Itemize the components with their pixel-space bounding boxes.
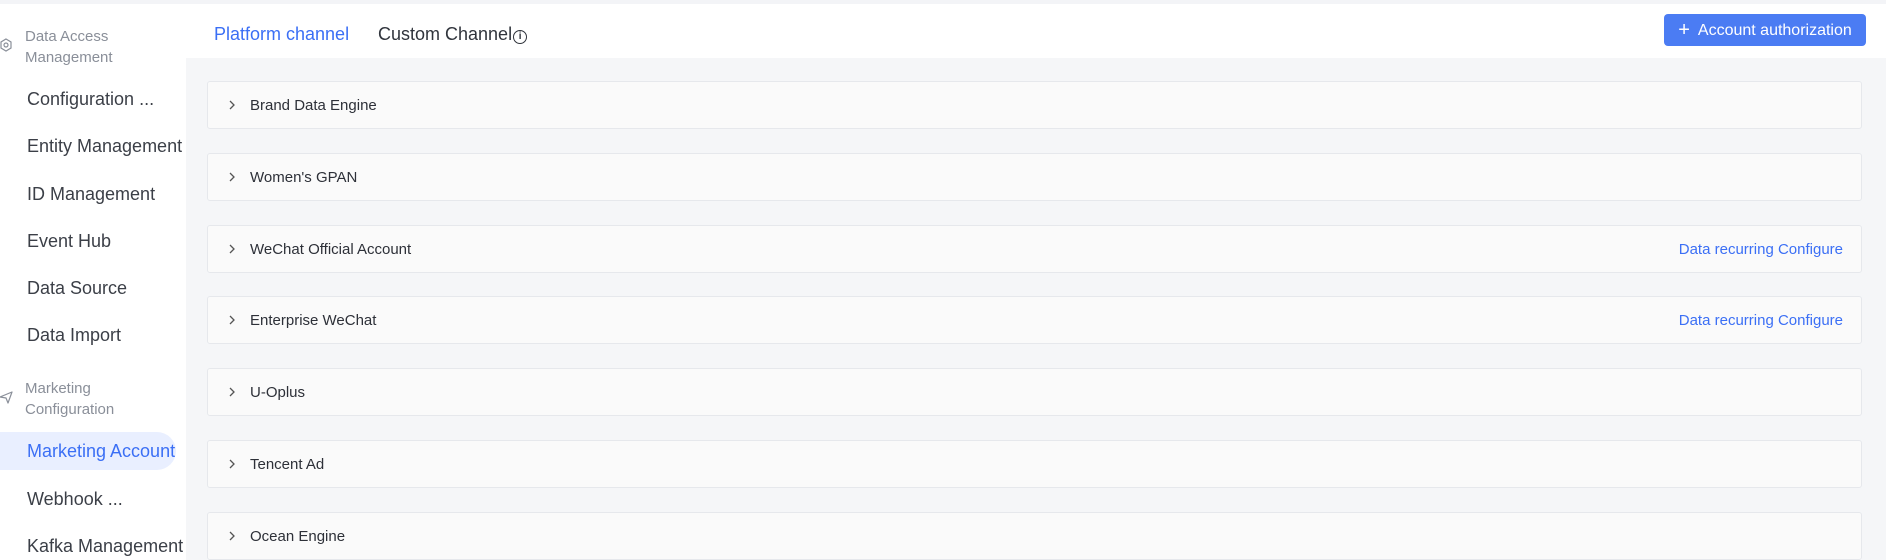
sidebar-item-id-management[interactable]: ID Management [0, 175, 184, 213]
account-authorization-label: Account authorization [1697, 22, 1852, 39]
panel-title: U-Oplus [250, 384, 306, 401]
send-icon [0, 391, 13, 404]
sidebar-item-event-hub[interactable]: Event Hub [0, 222, 184, 260]
panel-title: Enterprise WeChat [250, 312, 377, 329]
panel-title: Tencent Ad [250, 456, 325, 473]
data-recurring-configure-link[interactable]: Data recurring Configure [1679, 311, 1843, 331]
tab-bar: Platform channel Custom Channel i + Accoun… [186, 4, 1886, 58]
chevron-right-icon [229, 459, 235, 469]
sidebar-item-configuration[interactable]: Configuration ... [0, 80, 184, 118]
panel-title: Women's GPAN [250, 169, 358, 186]
sidebar-group-data-access[interactable]: Data Access Management [0, 26, 184, 70]
panel-title: Brand Data Engine [250, 97, 377, 114]
chevron-right-icon [229, 172, 235, 182]
chevron-right-icon [229, 315, 235, 325]
sidebar: Data Access Management Configuration ...… [0, 4, 184, 560]
main-content: Platform channel Custom Channel i + Accoun… [186, 4, 1886, 560]
sidebar-item-data-source[interactable]: Data Source [0, 269, 184, 307]
chevron-right-icon [229, 387, 235, 397]
sidebar-item-marketing-account[interactable]: Marketing Account [0, 432, 176, 470]
panel-title: Ocean Engine [250, 528, 346, 545]
tab-custom-channel[interactable]: Custom Channel i [378, 22, 528, 46]
collapse-panel-tencent-ad[interactable]: Tencent Ad [207, 440, 1862, 488]
collapse-panel-u-oplus[interactable]: U-Oplus [207, 368, 1862, 416]
data-recurring-configure-link[interactable]: Data recurring Configure [1679, 240, 1843, 260]
sidebar-item-entity-management[interactable]: Entity Management [0, 127, 184, 165]
sidebar-item-kafka-management[interactable]: Kafka Management [0, 527, 184, 560]
plus-icon: + [1678, 19, 1690, 41]
chevron-right-icon [229, 100, 235, 110]
collapse-panel-womens-gpan[interactable]: Women's GPAN [207, 153, 1862, 201]
tab-custom-channel-label: Custom Channel [378, 24, 513, 44]
sidebar-group-label-line2: Management [25, 49, 113, 66]
app-window: Data Access Management Configuration ...… [0, 0, 1886, 560]
chevron-right-icon [229, 244, 235, 254]
sidebar-group-marketing-configuration[interactable]: Marketing Configuration [0, 378, 184, 422]
sidebar-group-label-line1: Data Access [25, 28, 109, 45]
collapse-panel-wechat-official-account[interactable]: WeChat Official Account Data recurring C… [207, 225, 1862, 273]
tab-platform-channel[interactable]: Platform channel [214, 22, 349, 46]
sidebar-item-data-import[interactable]: Data Import [0, 316, 184, 354]
account-authorization-button[interactable]: + Account authorization [1664, 14, 1866, 46]
chevron-right-icon [229, 531, 235, 541]
sidebar-item-webhook[interactable]: Webhook ... [0, 480, 184, 518]
sidebar-group-label-line2: Configuration [25, 401, 115, 418]
info-icon[interactable]: i [513, 30, 528, 44]
collapse-panel-brand-data-engine[interactable]: Brand Data Engine [207, 81, 1862, 129]
sidebar-group-label-line1: Marketing [25, 380, 91, 397]
collapse-panel-enterprise-wechat[interactable]: Enterprise WeChat Data recurring Configu… [207, 296, 1862, 344]
panel-title: WeChat Official Account [250, 241, 412, 258]
collapse-panel-ocean-engine[interactable]: Ocean Engine [207, 512, 1862, 560]
data-access-icon [0, 38, 12, 52]
